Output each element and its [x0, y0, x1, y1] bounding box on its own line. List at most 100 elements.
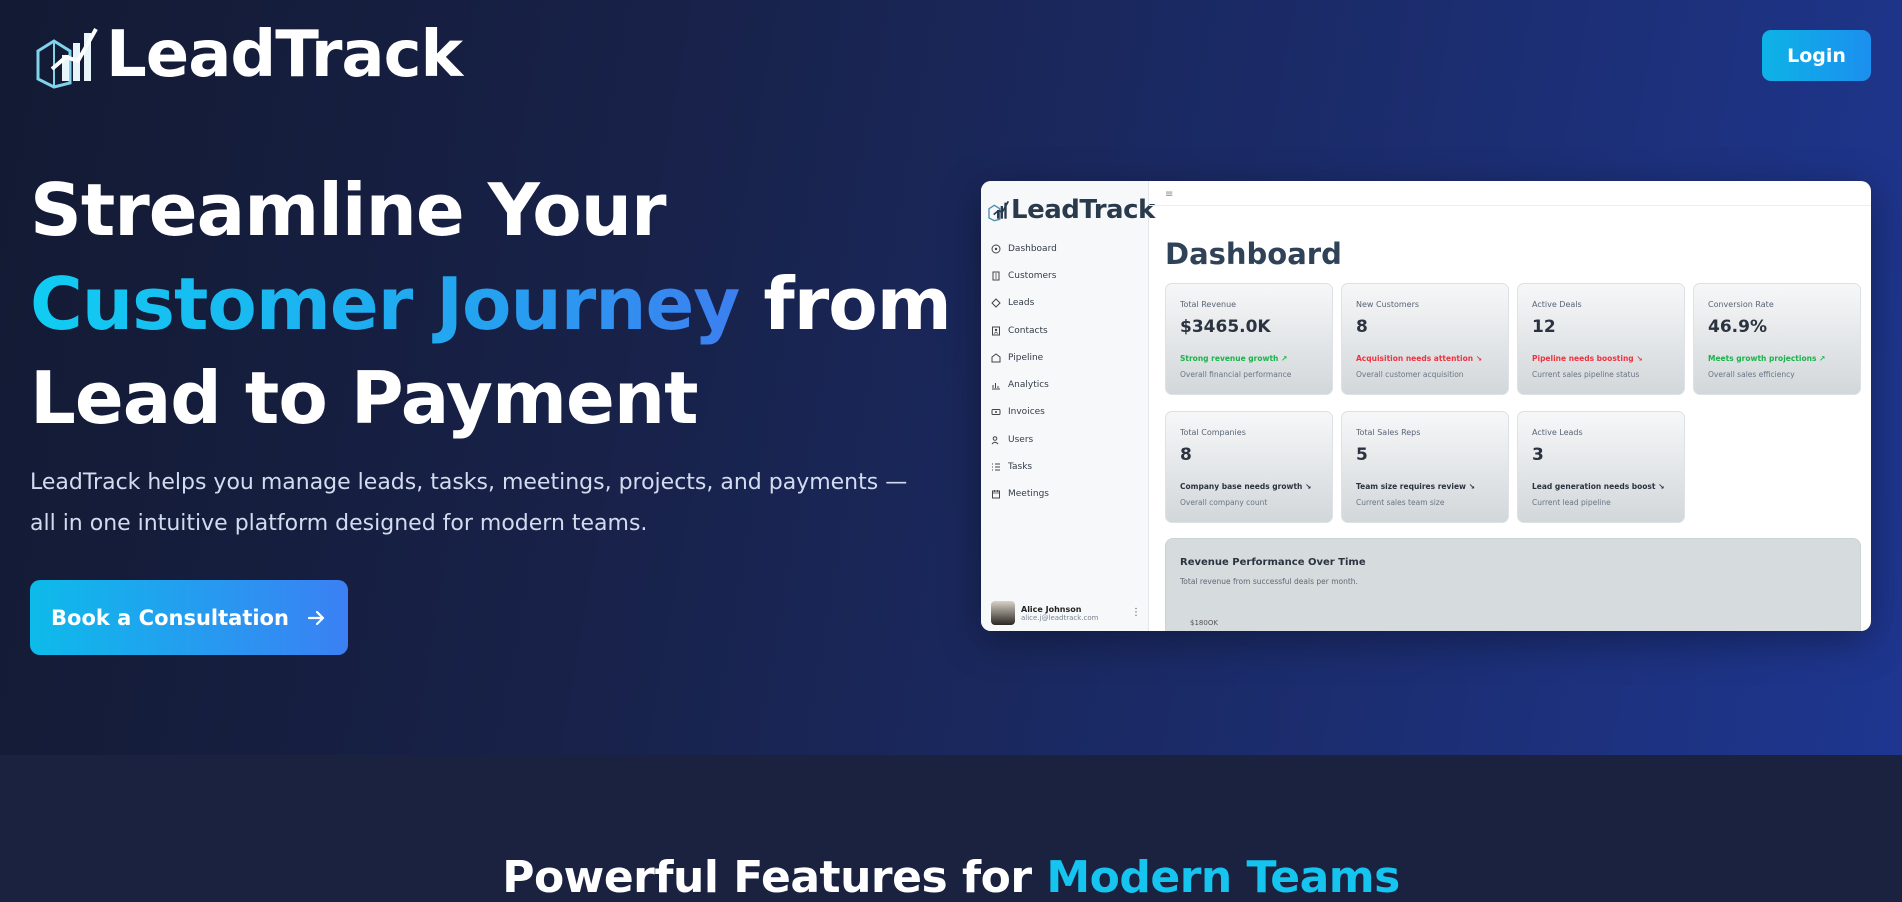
trend-arrow-icon: ↗ [1819, 354, 1826, 363]
mockup-logo: LeadTrack [987, 195, 1155, 225]
trend-arrow-icon: ↘ [1305, 482, 1312, 491]
tasks-icon [991, 462, 1001, 472]
users-icon [991, 435, 1001, 445]
cta-label: Book a Consultation [51, 605, 289, 630]
invoice-icon [991, 407, 1001, 417]
kpi-card: New Customers 8 Acquisition needs attentio… [1341, 283, 1509, 395]
kpi-footnote: Overall customer acquisition [1356, 370, 1464, 379]
mockup-logo-chart-icon [988, 200, 1010, 222]
hero-subtitle: LeadTrack helps you manage leads, tasks,… [30, 462, 910, 544]
mockup-nav-users: Users [991, 426, 1057, 453]
mockup-nav: Dashboard Customers Leads Contacts Pipel… [991, 235, 1057, 508]
kpi-value: 12 [1532, 317, 1556, 337]
mockup-user-name: Alice Johnson [1021, 604, 1082, 614]
pipeline-icon [991, 353, 1001, 363]
contact-icon [991, 326, 1001, 336]
dashboard-preview: LeadTrack Dashboard Customers Leads Cont… [981, 181, 1871, 631]
book-consultation-button[interactable]: Book a Consultation [30, 580, 348, 655]
mockup-nav-contacts: Contacts [991, 317, 1057, 344]
mockup-nav-invoices: Invoices [991, 399, 1057, 426]
mockup-nav-pipeline: Pipeline [991, 344, 1057, 371]
kpi-value: 3 [1532, 445, 1544, 465]
kpi-footnote: Current sales pipeline status [1532, 370, 1640, 379]
kpi-card: Active Deals 12 Pipeline needs boosting ↘ C… [1517, 283, 1685, 395]
dashboard-icon [991, 244, 1001, 254]
kpi-value: $3465.0K [1180, 317, 1271, 337]
kpi-label: Total Revenue [1180, 300, 1237, 309]
kpi-value: 5 [1356, 445, 1368, 465]
kpi-label: Total Companies [1180, 428, 1246, 437]
mockup-nav-tasks: Tasks [991, 453, 1057, 480]
brand-name: LeadTrack [106, 18, 463, 92]
kpi-trend: Acquisition needs attention ↘ [1356, 354, 1483, 363]
mockup-nav-dashboard: Dashboard [991, 235, 1057, 262]
revenue-chart-card: Revenue Performance Over Time Total reve… [1165, 538, 1861, 631]
revenue-chart-subtitle: Total revenue from successful deals per … [1180, 577, 1358, 586]
kpi-footnote: Overall company count [1180, 498, 1268, 507]
headline-line-2: Customer Journey from [30, 257, 952, 351]
headline-accent: Customer Journey [30, 262, 740, 346]
mockup-nav-meetings: Meetings [991, 481, 1057, 508]
mockup-user-email: alice.j@leadtrack.com [1021, 613, 1099, 622]
more-vertical-icon: ⋮ [1131, 607, 1141, 618]
kpi-label: Active Deals [1532, 300, 1582, 309]
kpi-value: 8 [1356, 317, 1368, 337]
subtitle-line-1: LeadTrack helps you manage leads, tasks,… [30, 470, 908, 495]
kpi-label: Conversion Rate [1708, 300, 1774, 309]
revenue-y-tick: $180OK [1190, 619, 1218, 627]
kpi-card: Total Companies 8 Company base needs growt… [1165, 411, 1333, 523]
brand-logo[interactable]: LeadTrack [32, 18, 463, 92]
kpi-trend: Team size requires review ↘ [1356, 482, 1475, 491]
features-title-accent: Modern Teams [1046, 852, 1400, 902]
mockup-user: Alice Johnson alice.j@leadtrack.com ⋮ [991, 601, 1141, 625]
mockup-brand-name: LeadTrack [1011, 195, 1155, 225]
trend-arrow-icon: ↘ [1475, 354, 1483, 363]
kpi-label: New Customers [1356, 300, 1420, 309]
trend-arrow-icon: ↘ [1636, 354, 1643, 363]
mockup-title: Dashboard [1165, 237, 1342, 271]
analytics-icon [991, 380, 1001, 390]
kpi-card: Conversion Rate 46.9% Meets growth project… [1693, 283, 1861, 395]
mockup-nav-analytics: Analytics [991, 371, 1057, 398]
arrow-right-icon [307, 610, 325, 625]
kpi-value: 8 [1180, 445, 1192, 465]
trend-arrow-icon: ↘ [1468, 482, 1475, 491]
mockup-nav-leads: Leads [991, 290, 1057, 317]
features-title: Powerful Features for Modern Teams [0, 852, 1902, 902]
kpi-label: Total Sales Reps [1356, 428, 1421, 437]
kpi-trend: Meets growth projections ↗ [1708, 354, 1826, 363]
building-icon [991, 271, 1001, 281]
trend-arrow-icon: ↗ [1281, 354, 1288, 363]
trend-arrow-icon: ↘ [1658, 482, 1665, 491]
features-title-main: Powerful Features for [502, 852, 1032, 902]
mockup-nav-customers: Customers [991, 262, 1057, 289]
headline-line-3: Lead to Payment [30, 356, 699, 440]
headline-line-1: Streamline Your [30, 168, 667, 252]
hero-headline: Streamline Your Customer Journey from Le… [30, 163, 952, 445]
mockup-sidebar: LeadTrack Dashboard Customers Leads Cont… [981, 181, 1155, 631]
subtitle-line-2: all in one intuitive platform designed f… [30, 511, 648, 536]
calendar-icon [991, 489, 1001, 499]
menu-icon: ≡ [1165, 189, 1174, 200]
kpi-footnote: Current lead pipeline [1532, 498, 1611, 507]
login-button[interactable]: Login [1762, 30, 1871, 81]
kpi-card: Total Sales Reps 5 Team size requires revi… [1341, 411, 1509, 523]
kpi-card: Active Leads 3 Lead generation needs boost… [1517, 411, 1685, 523]
kpi-trend: Strong revenue growth ↗ [1180, 354, 1288, 363]
kpi-trend: Pipeline needs boosting ↘ [1532, 354, 1643, 363]
kpi-value: 46.9% [1708, 317, 1767, 337]
revenue-chart-title: Revenue Performance Over Time [1180, 557, 1366, 568]
kpi-trend: Lead generation needs boost ↘ [1532, 482, 1665, 491]
kpi-footnote: Current sales team size [1356, 498, 1445, 507]
kpi-card: Total Revenue $3465.0K Strong revenue grow… [1165, 283, 1333, 395]
diamond-icon [991, 298, 1001, 308]
logo-chart-icon [36, 28, 98, 89]
avatar [991, 601, 1015, 625]
kpi-footnote: Overall financial performance [1180, 370, 1292, 379]
headline-line-2-rest: from [763, 262, 951, 346]
mockup-divider [1149, 205, 1871, 206]
kpi-trend: Company base needs growth ↘ [1180, 482, 1312, 491]
hero-section: LeadTrack Login Streamline Your Customer… [0, 0, 1902, 755]
mockup-main: ≡ Dashboard Total Revenue $3465.0K Strong … [1149, 181, 1871, 631]
kpi-label: Active Leads [1532, 428, 1583, 437]
